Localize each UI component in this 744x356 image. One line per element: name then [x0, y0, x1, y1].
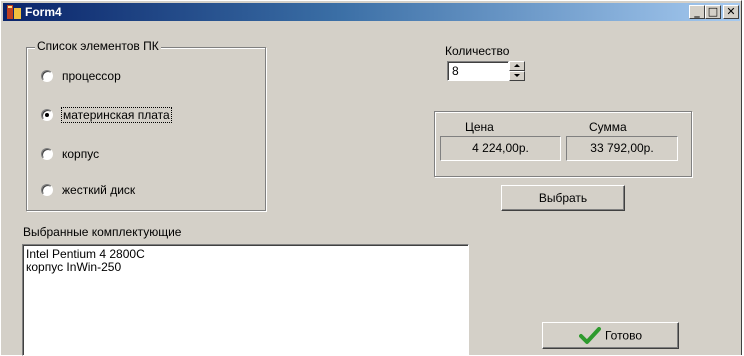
checkmark-icon: [578, 326, 601, 344]
minimize-icon: _: [694, 5, 700, 18]
price-value: 4 224,00р.: [472, 141, 529, 155]
selected-list-box[interactable]: Intel Pentium 4 2800C корпус InWin-250: [22, 244, 469, 356]
done-button-label: Готово: [604, 328, 643, 343]
sum-value: 33 792,00р.: [590, 141, 654, 155]
radio-label: процессор: [62, 69, 121, 83]
radio-button[interactable]: [41, 184, 53, 196]
maximize-button[interactable]: □: [705, 5, 721, 19]
spin-up-icon: [514, 64, 520, 67]
app-icon: [7, 5, 21, 19]
price-label: Цена: [465, 120, 494, 134]
title-bar[interactable]: Form4 _ □ ✕: [3, 3, 740, 21]
list-item[interactable]: корпус InWin-250: [26, 261, 468, 274]
form-window: Form4 _ □ ✕ Список элементов ПК процессо…: [0, 0, 742, 356]
quantity-value: 8: [452, 64, 459, 78]
select-button-label: Выбрать: [538, 191, 588, 205]
radio-button[interactable]: [41, 109, 53, 121]
sum-label: Сумма: [589, 120, 627, 134]
quantity-input[interactable]: 8: [447, 61, 509, 81]
select-button[interactable]: Выбрать: [501, 185, 625, 211]
selected-list-label: Выбранные комплектующие: [23, 225, 182, 239]
spin-down-icon: [514, 74, 520, 77]
close-icon: ✕: [726, 5, 736, 18]
price-value-box: 4 224,00р.: [440, 136, 561, 161]
close-button[interactable]: ✕: [723, 5, 739, 19]
minimize-button[interactable]: _: [689, 5, 705, 19]
window-title: Form4: [25, 5, 62, 19]
done-button[interactable]: Готово: [542, 322, 679, 349]
radio-button[interactable]: [41, 70, 53, 82]
quantity-label: Количество: [445, 44, 510, 58]
sum-value-box: 33 792,00р.: [566, 136, 678, 161]
components-group-legend: Список элементов ПК: [35, 39, 161, 53]
radio-label: материнская плата: [61, 107, 172, 123]
radio-selected-dot: [45, 113, 49, 117]
quantity-up-button[interactable]: [509, 61, 525, 71]
maximize-icon: □: [707, 5, 719, 18]
radio-label: корпус: [62, 147, 100, 161]
radio-button[interactable]: [41, 148, 53, 160]
quantity-down-button[interactable]: [509, 71, 525, 81]
radio-label: жесткий диск: [62, 183, 136, 197]
